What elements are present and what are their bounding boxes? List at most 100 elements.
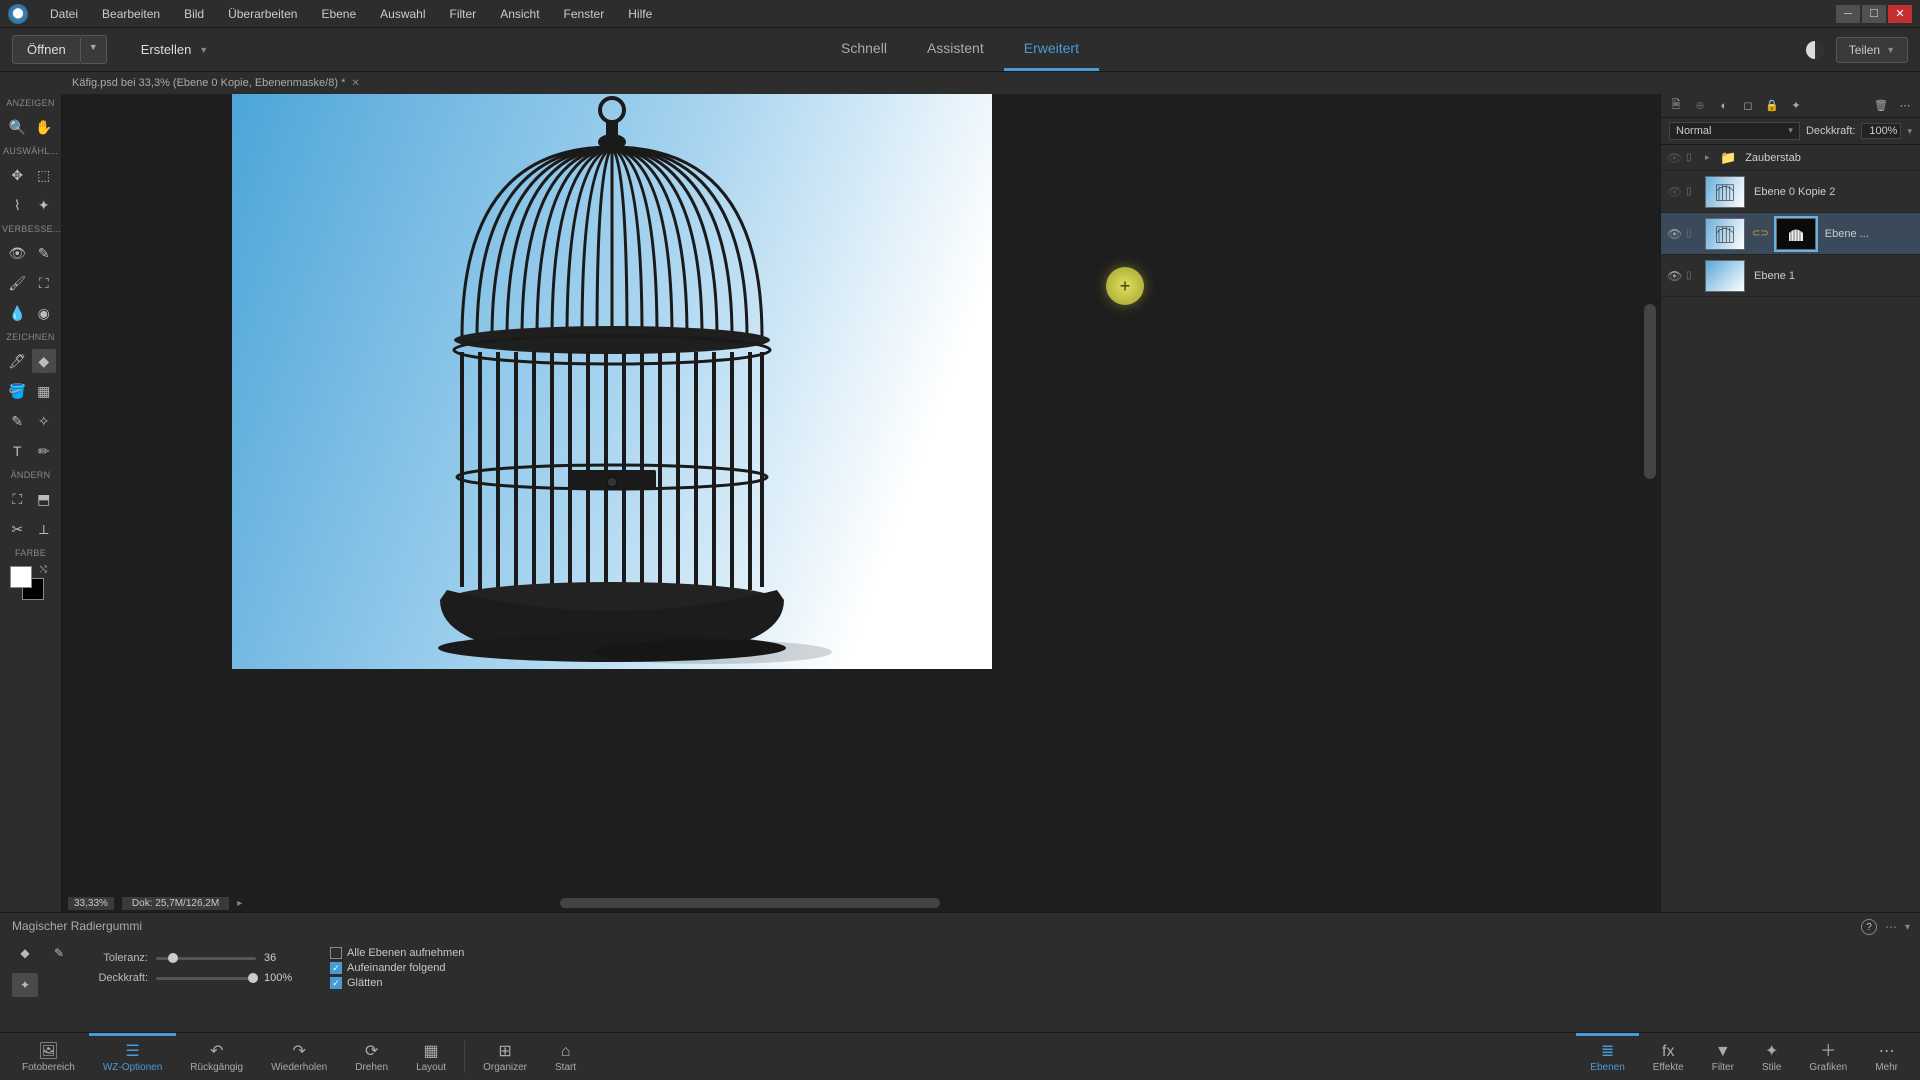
contiguous-checkbox[interactable]: ✓ <box>330 962 342 974</box>
menu-layer[interactable]: Ebene <box>309 7 368 21</box>
rotate-button[interactable]: ⟳Drehen <box>341 1033 402 1080</box>
minimize-button[interactable]: ─ <box>1836 5 1860 23</box>
menu-filter[interactable]: Filter <box>438 7 489 21</box>
new-group-icon[interactable]: ⊕ <box>1691 98 1709 114</box>
adjustment-layer-icon[interactable]: ◐ <box>1715 98 1733 114</box>
menu-help[interactable]: Hilfe <box>616 7 664 21</box>
visibility-icon[interactable]: 👁 <box>1667 151 1681 165</box>
layer-row[interactable]: 👁 ▯ Ebene 0 Kopie 2 <box>1661 171 1920 213</box>
document-tab[interactable]: Käfig.psd bei 33,3% (Ebene 0 Kopie, Eben… <box>64 75 368 91</box>
eraser-tool[interactable]: ◆ <box>32 349 56 373</box>
marquee-tool[interactable]: ⬚ <box>32 163 56 187</box>
mode-guided[interactable]: Assistent <box>907 28 1004 71</box>
lock-icon[interactable]: ▯ <box>1686 186 1700 197</box>
layer-thumbnail[interactable] <box>1705 260 1745 292</box>
menu-image[interactable]: Bild <box>172 7 216 21</box>
share-button[interactable]: Teilen▼ <box>1836 37 1908 63</box>
panel-menu-icon[interactable]: ⋯ <box>1896 98 1914 114</box>
options-menu-icon[interactable]: ⋯ <box>1885 920 1897 934</box>
styles-button[interactable]: ✦Stile <box>1748 1033 1795 1080</box>
organizer-button[interactable]: ⊞Organizer <box>469 1033 541 1080</box>
undo-button[interactable]: ↶Rückgängig <box>176 1033 257 1080</box>
sponge-tool[interactable]: ◉ <box>32 301 56 325</box>
shape-tool[interactable]: ✧ <box>32 409 56 433</box>
maximize-button[interactable]: ☐ <box>1862 5 1886 23</box>
layer-group-row[interactable]: 👁 ▯ ▸ 📁 Zauberstab <box>1661 145 1920 171</box>
layout-button[interactable]: ▦Layout <box>402 1033 460 1080</box>
layer-thumbnail[interactable] <box>1705 176 1745 208</box>
zoom-tool[interactable]: 🔍 <box>5 115 29 139</box>
mode-expert[interactable]: Erweitert <box>1004 28 1099 71</box>
help-icon[interactable]: ? <box>1861 919 1877 935</box>
expand-icon[interactable]: ▸ <box>1705 152 1715 163</box>
lock-icon[interactable]: ▯ <box>1686 228 1700 239</box>
fx-icon[interactable]: ✦ <box>1787 98 1805 114</box>
foreground-color[interactable] <box>10 566 32 588</box>
horizontal-scrollbar[interactable] <box>560 898 940 908</box>
mode-quick[interactable]: Schnell <box>821 28 907 71</box>
filters-button[interactable]: ▼Filter <box>1698 1033 1748 1080</box>
menu-enhance[interactable]: Überarbeiten <box>216 7 309 21</box>
opacity-slider[interactable] <box>156 977 256 980</box>
create-button[interactable]: Erstellen▼ <box>127 36 223 63</box>
vertical-scrollbar[interactable] <box>1644 304 1656 479</box>
lasso-tool[interactable]: ⌇ <box>5 193 29 217</box>
menu-file[interactable]: Datei <box>38 7 90 21</box>
document-canvas[interactable] <box>232 94 992 669</box>
visibility-icon[interactable]: 👁 <box>1667 185 1681 199</box>
recompose-tool[interactable]: ⬒ <box>32 487 56 511</box>
swap-colors-icon[interactable]: ⤭ <box>40 564 47 575</box>
crop-tool[interactable]: ⛶ <box>5 487 29 511</box>
all-layers-checkbox[interactable] <box>330 947 342 959</box>
wand-tool[interactable]: ✦ <box>32 193 56 217</box>
lock-layer-icon[interactable]: 🔒 <box>1763 98 1781 114</box>
opacity-input[interactable] <box>1861 123 1901 139</box>
visibility-icon[interactable]: 👁 <box>1667 269 1681 283</box>
menu-edit[interactable]: Bearbeiten <box>90 7 172 21</box>
blend-mode-select[interactable]: Normal▾ <box>1669 122 1800 140</box>
eyedropper-tool[interactable]: ✎ <box>5 409 29 433</box>
antialias-checkbox[interactable]: ✓ <box>330 977 342 989</box>
collapse-options-icon[interactable]: ▾ <box>1905 922 1910 933</box>
blur-tool[interactable]: 💧 <box>5 301 29 325</box>
home-button[interactable]: ⌂Start <box>541 1033 590 1080</box>
heal-tool[interactable]: ✎ <box>32 241 56 265</box>
layers-button[interactable]: ≣Ebenen <box>1576 1033 1638 1080</box>
canvas[interactable]: + 33,33% Dok: 25,7M/126,2M ▸ <box>62 94 1660 912</box>
more-button[interactable]: ⋯Mehr <box>1861 1033 1912 1080</box>
open-dropdown[interactable]: ▼ <box>81 35 107 64</box>
eraser-variant-magic[interactable]: ✦ <box>12 973 38 997</box>
eye-tool[interactable]: 👁 <box>5 241 29 265</box>
open-button[interactable]: Öffnen <box>12 35 81 64</box>
theme-toggle-icon[interactable] <box>1806 41 1824 59</box>
close-document-icon[interactable]: ✕ <box>351 78 359 89</box>
delete-layer-icon[interactable]: 🗑 <box>1872 98 1890 114</box>
text-tool[interactable]: T <box>5 439 29 463</box>
opacity-dropdown-icon[interactable]: ▾ <box>1907 126 1912 137</box>
menu-window[interactable]: Fenster <box>552 7 617 21</box>
layer-row[interactable]: 👁 ▯ Ebene 1 <box>1661 255 1920 297</box>
lock-icon[interactable]: ▯ <box>1686 270 1700 281</box>
fill-tool[interactable]: 🪣 <box>5 379 29 403</box>
layer-mask-thumbnail[interactable] <box>1776 218 1816 250</box>
new-layer-icon[interactable]: 🗎 <box>1667 98 1685 114</box>
photo-bin-button[interactable]: 🖼Fotobereich <box>8 1033 89 1080</box>
gradient-tool[interactable]: ▦ <box>32 379 56 403</box>
layer-row[interactable]: 👁 ▯ ⊂⊃ Ebene ... <box>1661 213 1920 255</box>
tolerance-slider[interactable] <box>156 957 256 960</box>
close-button[interactable]: ✕ <box>1888 5 1912 23</box>
status-arrow-icon[interactable]: ▸ <box>237 898 242 909</box>
eraser-variant-background[interactable]: ✎ <box>46 941 72 965</box>
straighten-tool[interactable]: ⟂ <box>32 517 56 541</box>
smart-brush-tool[interactable]: 🖌 <box>5 271 29 295</box>
menu-view[interactable]: Ansicht <box>488 7 551 21</box>
menu-select[interactable]: Auswahl <box>368 7 437 21</box>
move-tool[interactable]: ✥ <box>5 163 29 187</box>
color-swatches[interactable]: ⤭ <box>0 562 61 604</box>
layer-mask-icon[interactable]: ◻ <box>1739 98 1757 114</box>
graphics-button[interactable]: ＋Grafiken <box>1795 1033 1861 1080</box>
link-icon[interactable]: ⊂⊃ <box>1750 228 1771 239</box>
pencil-tool[interactable]: ✏ <box>32 439 56 463</box>
hand-tool[interactable]: ✋ <box>32 115 56 139</box>
brush-tool[interactable]: 🖊 <box>5 349 29 373</box>
